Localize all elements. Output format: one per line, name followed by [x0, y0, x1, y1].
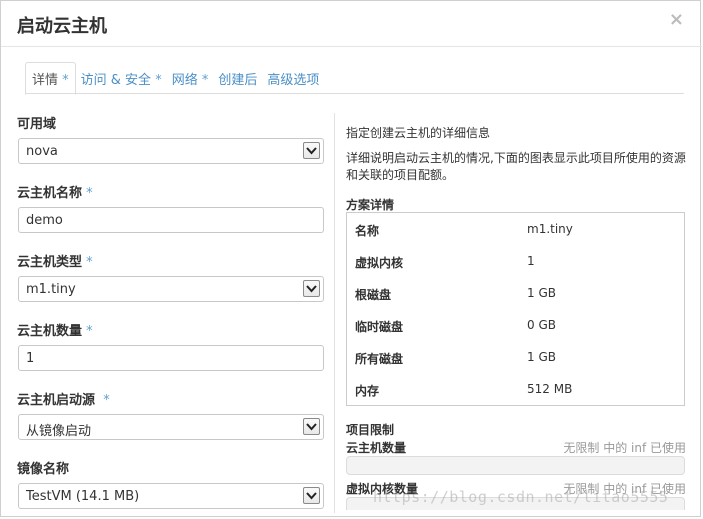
tab-bar: 详情 * 访问 & 安全 * 网络 * 创建后 高级选项 — [25, 62, 324, 95]
instance-count-input[interactable]: 1 — [18, 345, 324, 371]
chevron-down-icon[interactable] — [303, 487, 320, 504]
table-row: 根磁盘 1 GB — [355, 286, 556, 302]
flavor-select[interactable]: m1.tiny — [18, 276, 324, 302]
instance-name-field: 云主机名称 * demo — [17, 182, 327, 233]
info-description: 详细说明启动云主机的情况,下面的图表显示此项目所使用的资源和关联的项目配额。 — [346, 151, 686, 182]
tab-access-security[interactable]: 访问 & 安全 * — [76, 62, 167, 93]
close-icon[interactable]: × — [669, 9, 684, 30]
table-row: 名称 m1.tiny — [355, 222, 573, 238]
instances-limit-status: 无限制 中的 inf 已使用 — [563, 441, 686, 455]
title-divider — [1, 46, 702, 47]
image-name-field: 镜像名称 TestVM (14.1 MB) — [17, 458, 327, 509]
tab-advanced-options[interactable]: 高级选项 — [262, 62, 324, 93]
table-row: 内存 512 MB — [355, 382, 573, 398]
availability-zone-label: 可用域 — [17, 117, 57, 132]
table-row: 虚拟内核 1 — [355, 254, 535, 270]
flavor-details-table: 名称 m1.tiny 虚拟内核 1 根磁盘 1 GB 临时磁盘 0 GB 所有磁盘 1 G… — [346, 212, 685, 406]
chevron-down-icon[interactable] — [303, 142, 320, 159]
modal-dialog: 启动云主机 × 详情 * 访问 & 安全 * 网络 * 创建后 高级选项 可用域… — [0, 0, 702, 517]
instance-name-input[interactable]: demo — [18, 207, 324, 233]
flavor-field: 云主机类型 * m1.tiny — [17, 251, 327, 302]
tab-post-creation[interactable]: 创建后 — [213, 62, 262, 93]
flavor-details-title: 方案详情 — [346, 198, 395, 212]
boot-source-field: 云主机启动源 * 从镜像启动 — [17, 389, 327, 440]
image-name-label: 镜像名称 — [17, 462, 70, 477]
availability-zone-select[interactable]: nova — [18, 138, 324, 164]
availability-zone-field: 可用域 nova — [17, 113, 327, 164]
chevron-down-icon[interactable] — [303, 418, 320, 435]
chevron-down-icon[interactable] — [303, 280, 320, 297]
table-row: 临时磁盘 0 GB — [355, 318, 556, 334]
instances-quota-bar — [346, 456, 685, 475]
project-limits-title: 项目限制 — [346, 423, 395, 437]
tab-details[interactable]: 详情 * — [25, 62, 76, 95]
table-row: 所有磁盘 1 GB — [355, 350, 556, 366]
instances-limit-label: 云主机数量 — [346, 441, 407, 455]
instance-name-label: 云主机名称 * — [17, 186, 93, 201]
instance-count-field: 云主机数量 * 1 — [17, 320, 327, 371]
tab-networking[interactable]: 网络 * — [167, 62, 214, 93]
tab-underline — [25, 93, 684, 94]
modal-title: 启动云主机 — [17, 16, 107, 37]
flavor-label: 云主机类型 * — [17, 255, 93, 270]
column-divider — [334, 113, 335, 513]
info-intro: 指定创建云主机的详细信息 — [346, 126, 491, 140]
boot-source-select[interactable]: 从镜像启动 — [18, 414, 324, 440]
watermark: https://blog.csdn.net/litao5555 — [373, 488, 669, 506]
image-name-select[interactable]: TestVM (14.1 MB) — [18, 483, 324, 509]
instance-count-label: 云主机数量 * — [17, 324, 93, 339]
boot-source-label: 云主机启动源 * — [17, 393, 110, 408]
